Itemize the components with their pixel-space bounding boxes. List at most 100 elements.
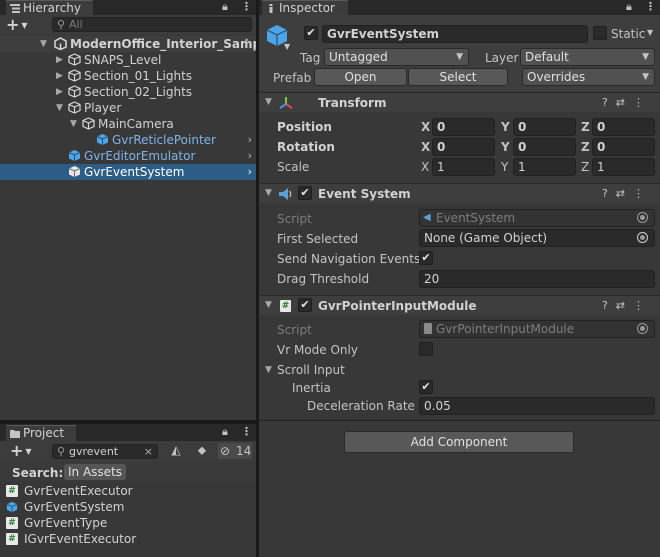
rotation-y-field[interactable]: 0	[513, 138, 576, 156]
scroll-input-label[interactable]: Scroll Input	[277, 362, 345, 378]
layer-label: Layer	[485, 51, 519, 65]
event-system-script-value: EventSystem	[436, 211, 516, 225]
scale-y-field[interactable]: 1	[513, 158, 576, 176]
hierarchy-item-snaps-level[interactable]: ▶ SNAPS_Level	[0, 52, 256, 68]
expand-arrow-icon[interactable]: ▼	[40, 36, 47, 52]
inspector-lock-icon[interactable]: 🔒︎	[626, 0, 632, 15]
hierarchy-item-gvreventsystem[interactable]: GvrEventSystem ›	[0, 164, 256, 180]
hierarchy-item-scene[interactable]: ▼ ModernOffice_Interior_Samp ⋮	[0, 36, 261, 52]
fold-arrow-icon[interactable]: ▼	[265, 188, 272, 198]
pointer-input-module-header[interactable]: ▼ # ✔ GvrPointerInputModule ?⇄⋮	[259, 295, 660, 315]
position-x-field[interactable]: 0	[432, 118, 495, 136]
object-name-field[interactable]: GvrEventSystem	[322, 25, 588, 43]
project-search-input[interactable]: ⚲ gvrevent ×	[52, 444, 158, 459]
vr-mode-only-checkbox[interactable]	[419, 342, 433, 356]
hierarchy-search-input[interactable]: ⚲ All	[52, 17, 252, 32]
gameobject-cube-icon	[68, 69, 81, 82]
tag-dropdown[interactable]: Untagged ▼	[324, 48, 469, 66]
component-header-icons[interactable]: ?⇄⋮	[602, 95, 652, 111]
inertia-checkbox[interactable]: ✔	[419, 380, 433, 394]
deceleration-rate-field[interactable]: 0.05	[419, 397, 655, 415]
event-system-script-field[interactable]: ◀ EventSystem	[419, 209, 655, 227]
project-lock-icon[interactable]: 🔒︎	[222, 425, 228, 440]
first-selected-label: First Selected	[277, 232, 359, 246]
hierarchy-item-section-01-lights[interactable]: ▶ Section_01_Lights	[0, 68, 256, 84]
collapse-arrow-icon[interactable]: ▶	[56, 52, 63, 68]
expand-arrow-icon[interactable]: ▼	[70, 116, 77, 132]
hierarchy-menu-icon[interactable]: ⋮	[241, 0, 252, 15]
open-prefab-arrow-icon[interactable]: ›	[248, 164, 252, 180]
axis-y-label[interactable]: Y	[501, 119, 510, 135]
axis-z-label[interactable]: Z	[581, 139, 590, 155]
axis-x-label[interactable]: X	[421, 139, 430, 155]
inspector-menu-icon[interactable]: ⋮	[645, 0, 656, 15]
object-picker-icon[interactable]	[637, 212, 648, 223]
hierarchy-add-button[interactable]: + ▼	[6, 16, 28, 35]
axis-z-label[interactable]: Z	[581, 159, 589, 175]
hierarchy-item-maincamera[interactable]: ▼ MainCamera	[0, 116, 256, 132]
layer-dropdown[interactable]: Default ▼	[520, 48, 655, 66]
icon-dropdown-caret-icon[interactable]: ▼	[284, 42, 290, 51]
event-system-header[interactable]: ▼ ✔ Event System ?⇄⋮	[259, 183, 660, 203]
hierarchy-item-gvrreticlepointer[interactable]: GvrReticlePointer ›	[0, 132, 256, 148]
static-label: Static	[611, 27, 646, 41]
static-checkbox[interactable]	[593, 26, 607, 40]
prefab-select-button[interactable]: Select	[408, 68, 508, 86]
expand-arrow-icon[interactable]: ▼	[56, 100, 63, 116]
rotation-z-field[interactable]: 0	[592, 138, 655, 156]
scene-menu-icon[interactable]: ⋮	[241, 36, 252, 51]
pointer-module-enabled-checkbox[interactable]: ✔	[298, 298, 312, 312]
object-active-checkbox[interactable]: ✔	[304, 26, 318, 40]
open-prefab-arrow-icon[interactable]: ›	[248, 148, 252, 164]
hierarchy-item-section-02-lights[interactable]: ▶ Section_02_Lights	[0, 84, 256, 100]
hierarchy-item-player[interactable]: ▼ Player	[0, 100, 256, 116]
axis-z-label[interactable]: Z	[581, 119, 590, 135]
object-picker-icon[interactable]	[637, 323, 648, 334]
filter-by-type-icon[interactable]: ◭	[166, 443, 186, 459]
hierarchy-item-gvreditoremulator[interactable]: GvrEditorEmulator ›	[0, 148, 256, 164]
scale-z-field[interactable]: 1	[592, 158, 655, 176]
scroll-input-fold-arrow-icon[interactable]: ▼	[265, 365, 272, 375]
add-component-button[interactable]: Add Component	[344, 431, 574, 453]
component-header-icons[interactable]: ?⇄⋮	[602, 298, 652, 314]
first-selected-field[interactable]: None (Game Object)	[419, 229, 655, 247]
static-dropdown-caret-icon[interactable]: ▼	[647, 28, 653, 37]
hierarchy-lock-icon[interactable]: 🔒︎	[222, 0, 228, 15]
scale-x-field[interactable]: 1	[432, 158, 495, 176]
tab-hierarchy[interactable]: Hierarchy	[6, 0, 93, 15]
tab-inspector[interactable]: Inspector	[262, 0, 348, 15]
object-picker-icon[interactable]	[637, 232, 648, 243]
send-navigation-events-checkbox[interactable]: ✔	[419, 251, 433, 265]
project-add-button[interactable]: + ▼	[10, 442, 32, 461]
project-item[interactable]: GvrEventSystem	[6, 499, 124, 515]
fold-arrow-icon[interactable]: ▼	[265, 300, 272, 310]
prefab-open-button[interactable]: Open	[314, 68, 407, 86]
filter-by-label-icon[interactable]: ⬥	[192, 443, 212, 459]
hidden-packages-toggle[interactable]: ⊘ 14	[218, 443, 252, 459]
tab-project[interactable]: Project	[6, 425, 76, 441]
collapse-arrow-icon[interactable]: ▶	[56, 84, 63, 100]
axis-y-label[interactable]: Y	[501, 159, 508, 175]
prefab-overrides-dropdown[interactable]: Overrides ▼	[522, 68, 655, 86]
transform-header[interactable]: ▼ Transform ?⇄⋮	[259, 92, 660, 112]
pointer-module-script-field[interactable]: GvrPointerInputModule	[419, 320, 655, 338]
scope-in-assets-button[interactable]: In Assets	[64, 464, 126, 480]
open-prefab-arrow-icon[interactable]: ›	[248, 132, 252, 148]
drag-threshold-field[interactable]: 20	[419, 270, 655, 288]
csharp-script-icon: #	[280, 300, 291, 312]
project-item[interactable]: # GvrEventType	[6, 515, 107, 531]
project-item[interactable]: # GvrEventExecutor	[6, 483, 133, 499]
component-header-icons[interactable]: ?⇄⋮	[602, 186, 652, 202]
position-z-field[interactable]: 0	[592, 118, 655, 136]
project-item[interactable]: # IGvrEventExecutor	[6, 531, 136, 547]
axis-x-label[interactable]: X	[421, 119, 430, 135]
clear-search-icon[interactable]: ×	[144, 445, 153, 458]
project-menu-icon[interactable]: ⋮	[241, 425, 252, 440]
fold-arrow-icon[interactable]: ▼	[265, 97, 272, 107]
rotation-x-field[interactable]: 0	[432, 138, 495, 156]
position-y-field[interactable]: 0	[513, 118, 576, 136]
collapse-arrow-icon[interactable]: ▶	[56, 68, 63, 84]
axis-y-label[interactable]: Y	[501, 139, 510, 155]
axis-x-label[interactable]: X	[421, 159, 429, 175]
event-system-enabled-checkbox[interactable]: ✔	[298, 186, 312, 200]
